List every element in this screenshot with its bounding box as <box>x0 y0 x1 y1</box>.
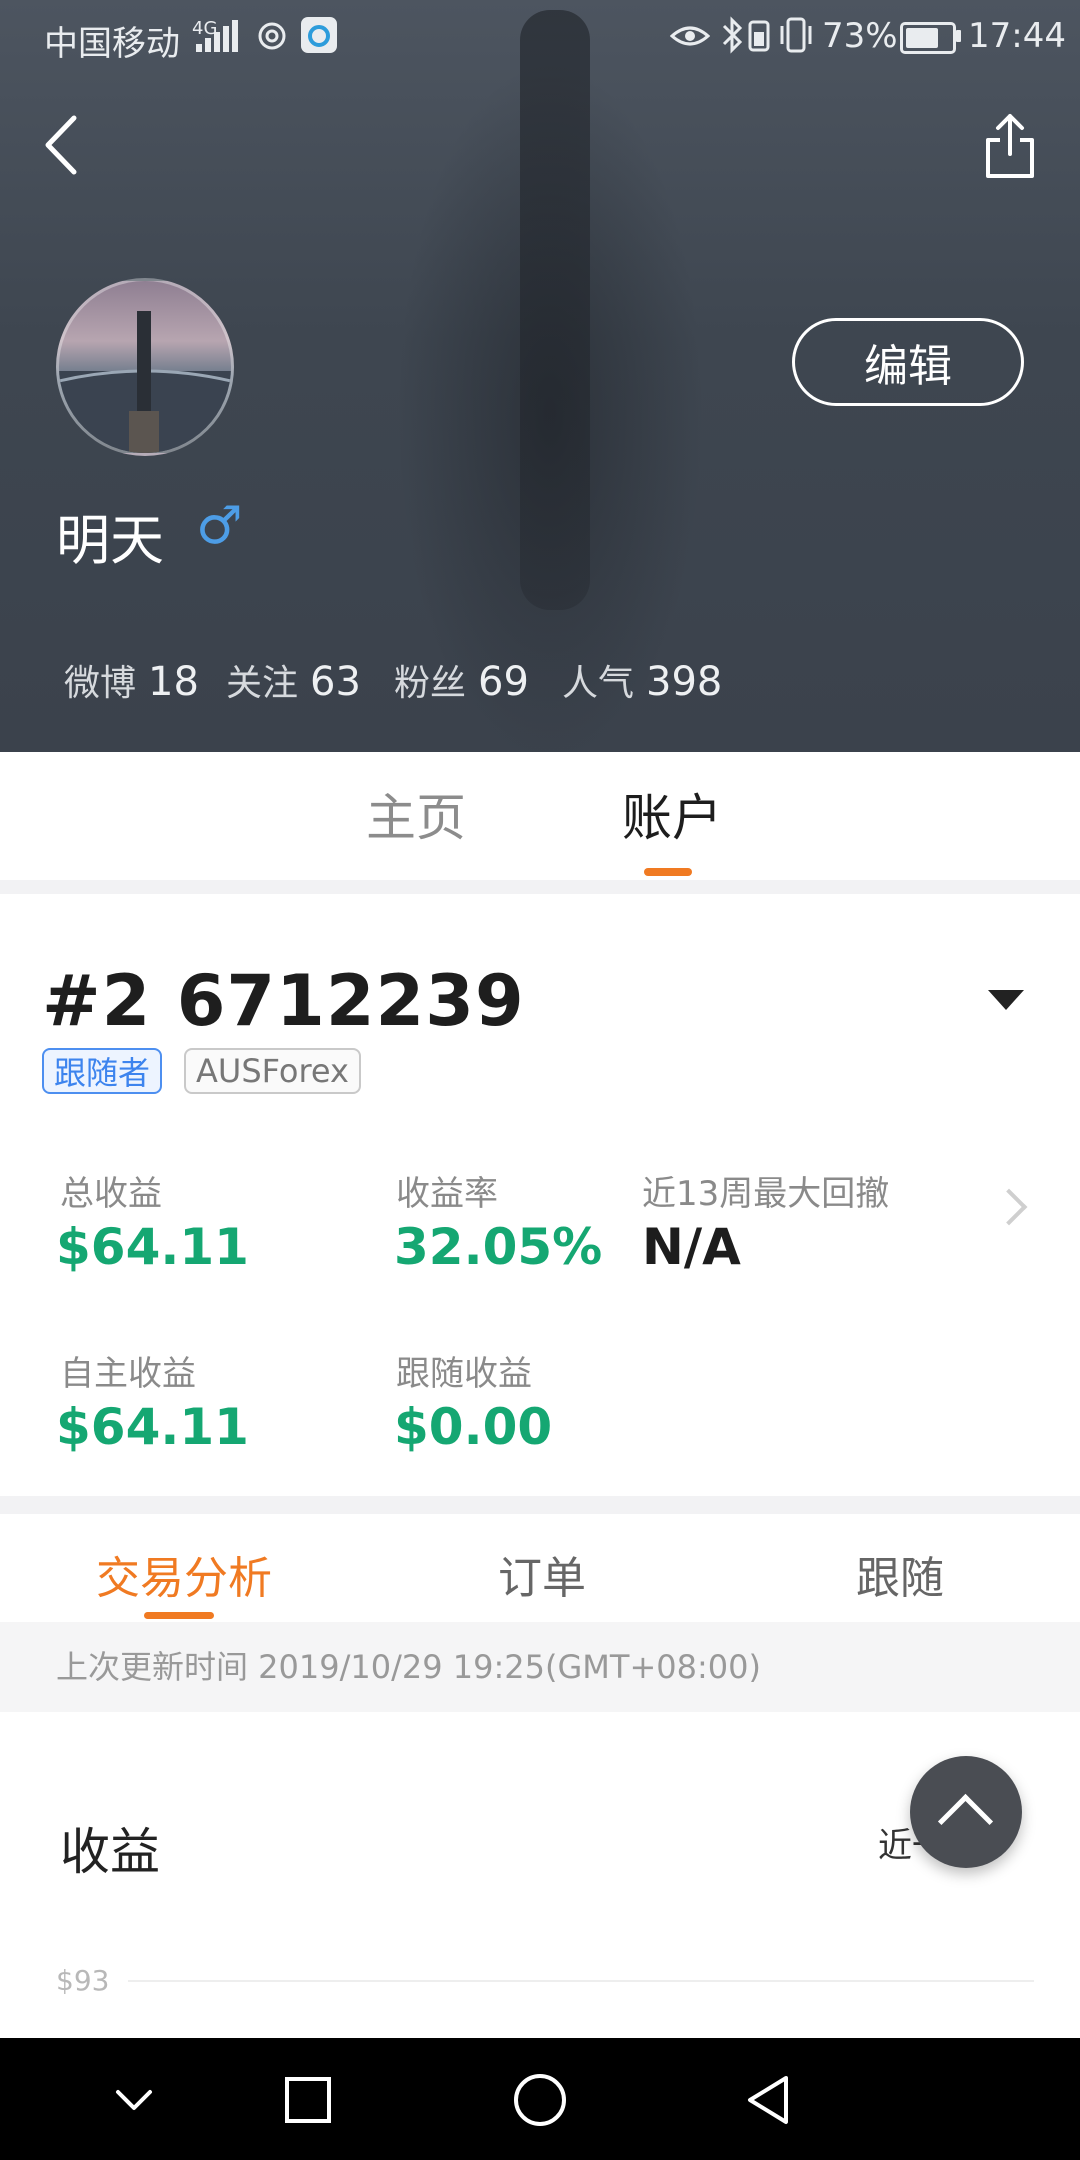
total-profit-value: $64.11 <box>56 1218 249 1276</box>
tab-home[interactable]: 主页 <box>366 778 466 850</box>
nav-recents-icon[interactable] <box>284 2076 332 2124</box>
metric-label: 跟随收益 <box>396 1354 532 1394</box>
stat-weibo[interactable]: 微博 18 <box>64 654 199 706</box>
tab-trade-analysis[interactable]: 交易分析 <box>96 1542 272 1606</box>
last-updated-text: 上次更新时间 2019/10/29 19:25(GMT+08:00) <box>0 1622 1080 1712</box>
y-axis-tick-label: $93 <box>56 1964 110 1997</box>
back-icon[interactable] <box>38 112 86 178</box>
account-number: #2 6712239 <box>42 960 525 1042</box>
earnings-title: 收益 <box>60 1823 160 1881</box>
vibrate-icon <box>780 17 812 53</box>
battery-percent: 73% <box>822 16 898 56</box>
sim-battery-icon <box>748 20 770 52</box>
nav-back-icon[interactable] <box>744 2074 792 2126</box>
stat-label: 关注 <box>226 663 299 704</box>
broker-tag: AUSForex <box>184 1048 361 1094</box>
stat-value: 18 <box>148 659 199 705</box>
divider <box>0 880 1080 894</box>
scroll-top-button[interactable] <box>910 1756 1022 1868</box>
max-drawdown-value: N/A <box>642 1218 741 1276</box>
dropdown-triangle-icon[interactable] <box>988 990 1024 1010</box>
scroll-top-icon <box>937 1793 994 1850</box>
stat-popularity[interactable]: 人气 398 <box>562 654 722 706</box>
stat-value: 69 <box>478 659 529 705</box>
subtab-active-indicator <box>144 1612 214 1619</box>
metric-label: 总收益 <box>60 1174 162 1214</box>
share-icon[interactable] <box>980 110 1040 182</box>
metric-label: 自主收益 <box>60 1354 196 1394</box>
username: 明天 <box>56 509 164 572</box>
tab-active-indicator <box>644 868 692 876</box>
metric-label: 收益率 <box>396 1174 498 1214</box>
avatar[interactable] <box>56 278 234 456</box>
follower-tag: 跟随者 <box>42 1048 163 1094</box>
avatar-pier-image <box>59 311 231 453</box>
bluetooth-icon <box>722 16 743 54</box>
metric-label: 近13周最大回撤 <box>642 1174 890 1214</box>
tab-orders[interactable]: 订单 <box>498 1542 586 1606</box>
nav-hide-icon[interactable] <box>112 2080 156 2120</box>
return-rate-value: 32.05% <box>394 1218 603 1276</box>
battery-tip <box>956 30 961 42</box>
divider <box>0 1496 1080 1514</box>
signal-icon <box>196 20 241 52</box>
edit-profile-button[interactable]: 编辑 <box>792 318 1024 406</box>
carrier-label: 中国移动 <box>44 24 180 64</box>
chevron-right-icon[interactable] <box>990 1188 1028 1226</box>
system-navigation-bar <box>0 2038 1080 2160</box>
stat-followers[interactable]: 粉丝 69 <box>394 654 529 706</box>
follow-profit-value: $0.00 <box>394 1398 553 1456</box>
stat-value: 63 <box>310 659 361 705</box>
battery-level <box>906 28 938 48</box>
stat-label: 人气 <box>562 663 635 704</box>
tab-follow[interactable]: 跟随 <box>856 1542 944 1606</box>
stat-value: 398 <box>646 659 723 705</box>
tab-account[interactable]: 账户 <box>622 778 722 850</box>
stat-following[interactable]: 关注 63 <box>226 654 361 706</box>
app-notification-icon <box>301 17 337 53</box>
header-background-pier <box>520 10 590 610</box>
chart-gridline <box>128 1980 1034 1982</box>
nav-home-icon[interactable] <box>512 2072 568 2128</box>
eye-comfort-icon <box>670 26 710 46</box>
clock: 17:44 <box>968 16 1066 56</box>
stat-label: 粉丝 <box>394 663 467 704</box>
data-saver-icon <box>258 22 286 50</box>
gender-male-icon: ♂ <box>196 496 243 556</box>
battery-icon <box>900 22 956 54</box>
stat-label: 微博 <box>64 663 137 704</box>
self-profit-value: $64.11 <box>56 1398 249 1456</box>
